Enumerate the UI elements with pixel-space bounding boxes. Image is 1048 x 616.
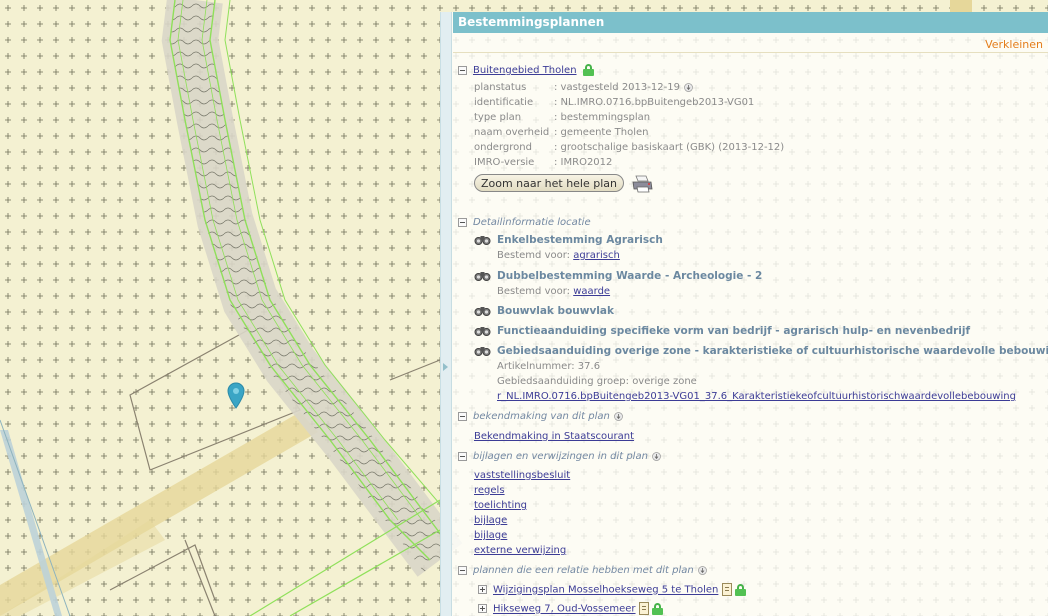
expand-related-toggle[interactable]	[478, 585, 487, 594]
doc-link-bijlage[interactable]: bijlage	[474, 530, 507, 541]
document-icon[interactable]	[638, 602, 649, 615]
detail-title: Dubbelbestemming Waarde - Archeologie - …	[497, 270, 763, 282]
detail-title: Enkelbestemming Agrarisch	[497, 234, 663, 246]
info-icon[interactable]	[684, 82, 693, 92]
detail-line: Gebiedsaanduiding groep: overige zone	[497, 376, 697, 387]
prop-key: type plan	[474, 112, 522, 123]
related-section-header: plannen die een relatie hebben met dit p…	[458, 565, 707, 576]
prop-row: ondergrond : grootschalige basiskaart (GB…	[474, 142, 784, 157]
detail-sub-link[interactable]: agrarisch	[573, 250, 620, 261]
expand-related-toggle[interactable]	[478, 604, 487, 613]
detail-heading: Detailinformatie locatie	[473, 217, 591, 228]
binoculars-icon[interactable]	[474, 270, 491, 282]
detail-sub-link[interactable]: waarde	[573, 286, 610, 297]
location-marker-icon[interactable]	[226, 382, 246, 410]
plan-title-row: Buitengebied Tholen	[458, 64, 594, 76]
print-icon[interactable]	[631, 174, 654, 194]
detail-item: Functieaanduiding specifieke vorm van be…	[474, 325, 970, 337]
prop-row: naam overheid : gemeente Tholen	[474, 127, 784, 142]
binoculars-icon[interactable]	[474, 234, 491, 246]
doc-link-externe-verwijzing[interactable]: externe verwijzing	[474, 545, 566, 556]
detail-line: r_NL.IMRO.0716.bpBuitengeb2013-VG01_37.6…	[497, 391, 1016, 402]
document-icon[interactable]	[721, 583, 732, 596]
prop-value: : IMRO2012	[554, 157, 613, 168]
prop-value: : vastgesteld 2013-12-19	[554, 82, 680, 93]
prop-key: IMRO-versie	[474, 157, 535, 168]
doc-link-toelichting[interactable]: toelichting	[474, 500, 527, 511]
detail-sub-label: Bestemd voor:	[497, 286, 574, 297]
collapse-detail-toggle[interactable]	[458, 217, 467, 227]
lock-icon	[734, 583, 746, 596]
plan-title-link[interactable]: Buitengebied Tholen	[473, 65, 577, 76]
doc-link-bijlage[interactable]: bijlage	[474, 515, 507, 526]
prop-key: ondergrond	[474, 142, 532, 153]
detail-item: Gebiedsaanduiding overige zone - karakte…	[474, 345, 1048, 357]
prop-value: : gemeente Tholen	[554, 127, 649, 138]
panel-collapse-handle[interactable]	[441, 12, 452, 616]
prop-value: : bestemmingsplan	[554, 112, 651, 123]
detail-item: Dubbelbestemming Waarde - Archeologie - …	[474, 270, 762, 282]
collapse-bekendmaking-toggle[interactable]	[458, 411, 467, 421]
collapse-plan-toggle[interactable]	[458, 65, 467, 75]
binoculars-icon[interactable]	[474, 345, 491, 357]
related-plan-item: Hikseweg 7, Oud-Vossemeer	[478, 602, 663, 615]
collapse-related-toggle[interactable]	[458, 565, 467, 575]
zoom-to-plan-button[interactable]: Zoom naar het hele plan	[474, 174, 624, 192]
related-plan-link[interactable]: Wijzigingsplan Mosselhoekseweg 5 te Thol…	[493, 585, 718, 596]
info-icon[interactable]	[697, 565, 707, 575]
prop-row: planstatus : vastgesteld 2013-12-19	[474, 82, 784, 97]
bekendmaking-section-header: bekendmaking van dit plan	[458, 411, 623, 422]
bijlagen-section-header: bijlagen en verwijzingen in dit plan	[458, 451, 661, 462]
prop-row: type plan : bestemmingsplan	[474, 112, 784, 127]
binoculars-icon[interactable]	[474, 325, 491, 337]
prop-value: : grootschalige basiskaart (GBK) (2013-1…	[554, 142, 785, 153]
related-heading: plannen die een relatie hebben met dit p…	[473, 565, 694, 576]
panel-divider	[453, 52, 1048, 53]
detail-title: Bouwvlak bouwvlak	[497, 305, 614, 317]
related-plan-link[interactable]: Hikseweg 7, Oud-Vossemeer	[493, 604, 636, 615]
detail-sub-label: Bestemd voor:	[497, 250, 574, 261]
shrink-link[interactable]: Verkleinen	[985, 38, 1043, 51]
binoculars-icon[interactable]	[474, 305, 491, 317]
related-plan-item: Wijzigingsplan Mosselhoekseweg 5 te Thol…	[478, 583, 746, 596]
bekendmaking-heading: bekendmaking van dit plan	[473, 411, 610, 422]
prop-value: : NL.IMRO.0716.bpBuitengeb2013-VG01	[554, 97, 755, 108]
article-link[interactable]: r_NL.IMRO.0716.bpBuitengeb2013-VG01_37.6…	[497, 391, 1016, 402]
lock-icon	[582, 64, 594, 76]
detail-item: Enkelbestemming Agrarisch	[474, 234, 663, 246]
detail-line: Artikelnummer: 37.6	[497, 361, 601, 372]
detail-sub: Bestemd voor: agrarisch	[497, 250, 620, 261]
prop-row: identificatie : NL.IMRO.0716.bpBuitengeb2…	[474, 97, 784, 112]
info-icon[interactable]	[613, 411, 623, 421]
bekendmaking-link[interactable]: Bekendmaking in Staatscourant	[474, 431, 634, 442]
detail-section-header: Detailinformatie locatie	[458, 217, 591, 228]
doc-link-vaststellingsbesluit[interactable]: vaststellingsbesluit	[474, 470, 570, 481]
doc-link-regels[interactable]: regels	[474, 485, 505, 496]
panel-title: Bestemmingsplannen	[453, 12, 1048, 33]
collapse-arrow-icon	[443, 363, 448, 371]
prop-key: naam overheid	[474, 127, 550, 138]
prop-row: IMRO-versie : IMRO2012	[474, 157, 784, 172]
bijlagen-heading: bijlagen en verwijzingen in dit plan	[473, 451, 648, 462]
detail-title: Gebiedsaanduiding overige zone - karakte…	[497, 345, 1048, 357]
info-icon[interactable]	[652, 451, 661, 461]
plan-properties: planstatus : vastgesteld 2013-12-19 ident…	[474, 82, 784, 172]
detail-title: Functieaanduiding specifieke vorm van be…	[497, 325, 971, 337]
collapse-bijlagen-toggle[interactable]	[458, 451, 467, 461]
bestemmingsplannen-panel: Bestemmingsplannen Verkleinen Buitengebi…	[440, 12, 1048, 616]
detail-item: Bouwvlak bouwvlak	[474, 305, 614, 317]
prop-key: planstatus	[474, 82, 527, 93]
detail-sub: Bestemd voor: waarde	[497, 286, 610, 297]
lock-icon	[651, 602, 663, 615]
prop-key: identificatie	[474, 97, 534, 108]
